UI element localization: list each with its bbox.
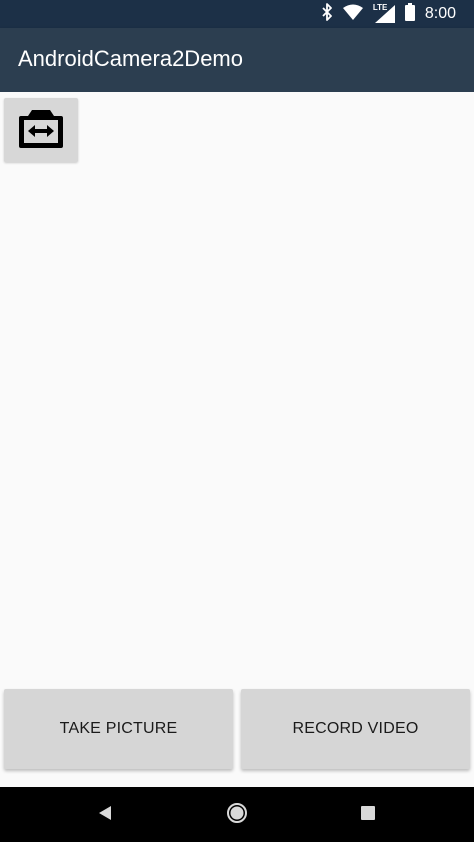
camera-preview[interactable]: [0, 92, 474, 670]
signal-icon: LTE: [372, 3, 395, 23]
home-button[interactable]: [207, 787, 267, 842]
screen: LTE 8:00 AndroidCamera2Demo TAKE PICTURE…: [0, 0, 474, 842]
switch-camera-icon: [17, 106, 65, 154]
battery-icon: [404, 3, 415, 25]
take-picture-button[interactable]: TAKE PICTURE: [4, 689, 233, 769]
switch-camera-button[interactable]: [4, 98, 78, 162]
back-button[interactable]: [75, 787, 135, 842]
app-title: AndroidCamera2Demo: [18, 46, 243, 71]
nav-bar: [0, 787, 474, 842]
recents-button[interactable]: [338, 787, 398, 842]
home-icon: [225, 801, 249, 829]
lte-label: LTE: [372, 3, 388, 12]
app-bar: AndroidCamera2Demo: [0, 28, 474, 92]
record-video-button[interactable]: RECORD VIDEO: [241, 689, 470, 769]
recents-icon: [360, 805, 376, 825]
back-icon: [97, 805, 113, 825]
bluetooth-icon: [321, 3, 333, 25]
status-bar: LTE 8:00: [0, 0, 474, 28]
status-time: 8:00: [424, 5, 456, 22]
wifi-icon: [342, 4, 363, 24]
status-icons: LTE 8:00: [321, 0, 456, 28]
